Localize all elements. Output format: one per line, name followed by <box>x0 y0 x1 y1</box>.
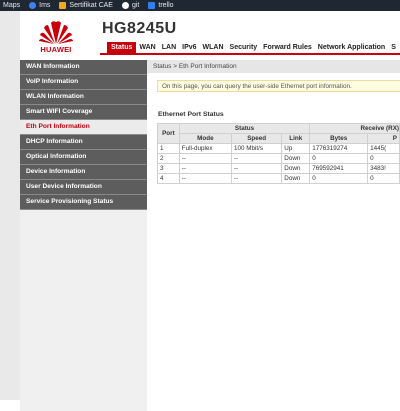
cell-port: 4 <box>157 173 180 184</box>
sidebar-item-user-device-information[interactable]: User Device Information <box>20 180 147 195</box>
column-header-packets: P <box>367 133 400 144</box>
bookmarks-bar: Maps Ims Sertifikat CAE git trello <box>0 0 400 11</box>
cell-speed: -- <box>230 173 283 184</box>
cell-packets: 1445( <box>367 143 400 154</box>
cell-speed: -- <box>230 163 283 174</box>
cell-mode: -- <box>178 153 233 164</box>
certificate-icon <box>59 2 67 9</box>
cell-mode: -- <box>178 173 233 184</box>
bookmark-ims[interactable]: Ims <box>29 2 50 9</box>
cell-speed: -- <box>230 153 283 164</box>
sidebar-item-wan-information[interactable]: WAN Information <box>20 60 147 75</box>
table-row: 1 Full-duplex 100 Mbit/s Up 1776319274 1… <box>157 143 400 154</box>
cell-mode: -- <box>178 163 233 174</box>
sidebar-item-voip-information[interactable]: VoIP Information <box>20 75 147 90</box>
table-row: 2 -- -- Down 0 0 <box>157 153 400 164</box>
column-header-bytes: Bytes <box>309 133 369 144</box>
cell-packets: 0 <box>367 173 400 184</box>
table-row: 3 -- -- Down 769592941 3483! <box>157 163 400 174</box>
section-title: Ethernet Port Status <box>158 111 224 118</box>
page-gutter <box>0 11 20 400</box>
breadcrumb: Status > Eth Port Information <box>147 60 400 73</box>
cell-mode: Full-duplex <box>178 143 233 154</box>
table-row: 4 -- -- Down 0 0 <box>157 173 400 184</box>
huawei-petals-icon <box>39 21 73 44</box>
bookmark-trello[interactable]: trello <box>148 2 174 9</box>
column-header-link: Link <box>281 133 311 144</box>
sidebar-item-smart-wifi-coverage[interactable]: Smart WIFI Coverage <box>20 105 147 120</box>
cell-speed: 100 Mbit/s <box>230 143 283 154</box>
trello-icon <box>148 2 156 9</box>
cell-port: 3 <box>157 163 180 174</box>
router-page: HUAWEI HG8245U Status WAN LAN IPv6 WLAN … <box>20 11 400 411</box>
bookmark-label: git <box>131 2 140 9</box>
info-message: On this page, you can query the user-sid… <box>157 80 400 92</box>
brand-name: HUAWEI <box>40 45 72 54</box>
cell-link: Down <box>281 163 311 174</box>
sidebar-item-optical-information[interactable]: Optical Information <box>20 150 147 165</box>
github-icon <box>121 2 129 9</box>
cell-packets: 3483! <box>367 163 400 174</box>
cell-link: Down <box>281 153 311 164</box>
cell-bytes: 769592941 <box>309 163 369 174</box>
cell-bytes: 0 <box>309 173 369 184</box>
globe-icon <box>29 2 37 9</box>
bookmark-label: Sertifikat CAE <box>69 2 113 9</box>
cell-packets: 0 <box>367 153 400 164</box>
bookmark-label: trello <box>158 2 174 9</box>
sidebar-item-dhcp-information[interactable]: DHCP Information <box>20 135 147 150</box>
column-header-port: Port <box>157 123 180 144</box>
sidebar-item-wlan-information[interactable]: WLAN Information <box>20 90 147 105</box>
cell-bytes: 1776319274 <box>309 143 369 154</box>
sidebar-item-eth-port-information[interactable]: Eth Port Information <box>20 120 147 135</box>
column-header-mode: Mode <box>178 133 233 144</box>
column-header-receive: Receive (RX) <box>309 123 400 134</box>
column-header-status: Status <box>178 123 311 134</box>
cell-bytes: 0 <box>309 153 369 164</box>
cell-port: 2 <box>157 153 180 164</box>
sidebar: WAN Information VoIP Information WLAN In… <box>20 60 147 411</box>
huawei-logo: HUAWEI <box>36 19 76 55</box>
bookmark-label: Maps <box>3 2 21 9</box>
device-model: HG8245U <box>102 20 177 37</box>
cell-link: Down <box>281 173 311 184</box>
main-content: Status > Eth Port Information On this pa… <box>147 60 400 411</box>
bookmark-maps[interactable]: Maps <box>0 2 20 9</box>
sidebar-item-service-provisioning-status[interactable]: Service Provisioning Status <box>20 195 147 210</box>
bookmark-sertifikat-cae[interactable]: Sertifikat CAE <box>59 2 113 9</box>
eth-port-table: Port Status Receive (RX) Mode Speed Link… <box>157 123 400 184</box>
sidebar-item-device-information[interactable]: Device Information <box>20 165 147 180</box>
column-header-speed: Speed <box>230 133 283 144</box>
bookmark-label: Ims <box>39 2 51 9</box>
cell-port: 1 <box>157 143 180 154</box>
nav-underline <box>100 53 400 55</box>
cell-link: Up <box>281 143 311 154</box>
bookmark-git[interactable]: git <box>121 2 140 9</box>
